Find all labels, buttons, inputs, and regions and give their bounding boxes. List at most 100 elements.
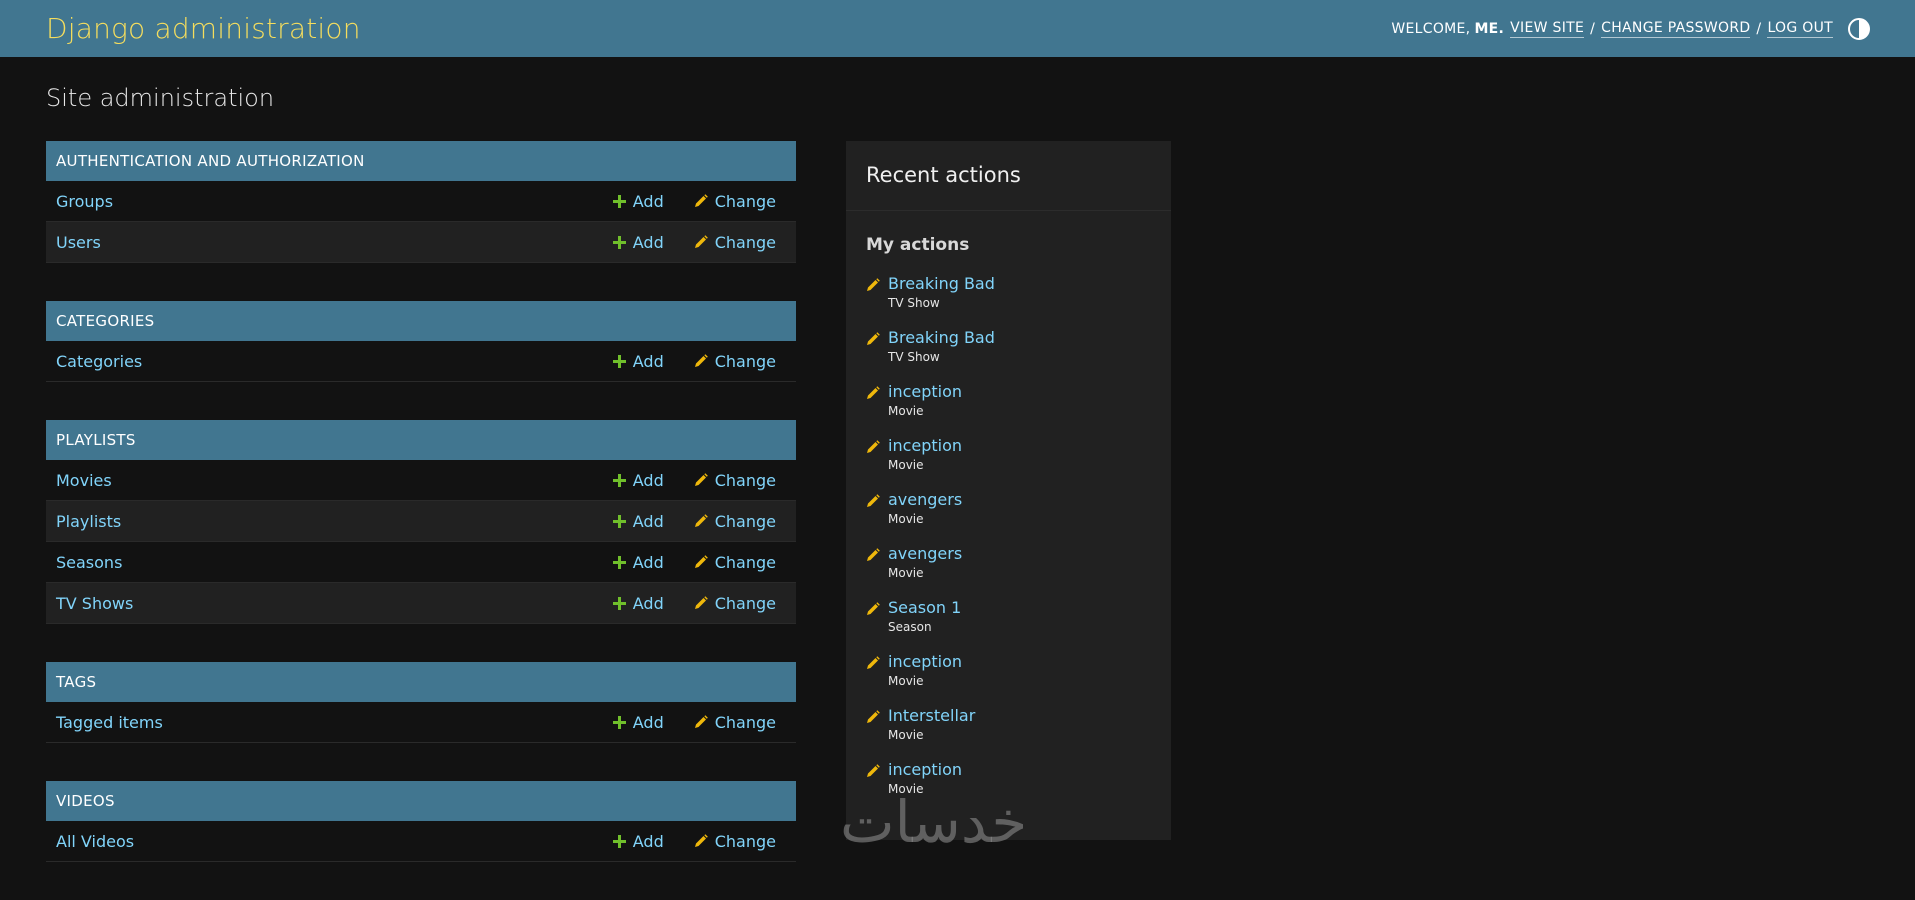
- add-button[interactable]: Add: [612, 832, 664, 851]
- add-button[interactable]: Add: [612, 471, 664, 490]
- model-row-categories: Categories Add Change: [46, 341, 796, 382]
- recent-action-link[interactable]: Breaking Bad: [888, 328, 1151, 348]
- plus-icon: [612, 235, 626, 249]
- model-row-movies: Movies Add Change: [46, 460, 796, 501]
- change-button[interactable]: Change: [694, 352, 776, 371]
- model-link-seasons[interactable]: Seasons: [56, 553, 613, 572]
- pencil-icon: [866, 763, 880, 782]
- log-out-link[interactable]: LOG OUT: [1767, 20, 1833, 38]
- add-button[interactable]: Add: [612, 233, 664, 252]
- my-actions-heading: My actions: [866, 235, 970, 255]
- model-link-groups[interactable]: Groups: [56, 192, 613, 211]
- recent-action-item: Breaking Bad TV Show: [866, 274, 1151, 328]
- recent-actions-panel: Recent actions My actions Breaking Bad TV…: [846, 141, 1171, 840]
- change-button[interactable]: Change: [694, 471, 776, 490]
- plus-icon: [612, 715, 626, 729]
- recent-action-type: Season: [888, 620, 932, 634]
- model-link-tagged-items[interactable]: Tagged items: [56, 713, 613, 732]
- change-button[interactable]: Change: [694, 512, 776, 531]
- recent-action-type: Movie: [888, 728, 924, 742]
- site-branding[interactable]: Django administration: [46, 12, 361, 45]
- pencil-icon: [694, 473, 708, 487]
- welcome-text: WELCOME,: [1391, 20, 1471, 37]
- model-row-seasons: Seasons Add Change: [46, 542, 796, 583]
- model-link-playlists[interactable]: Playlists: [56, 512, 613, 531]
- module-caption[interactable]: PLAYLISTS: [46, 420, 796, 460]
- theme-toggle-button[interactable]: [1847, 17, 1871, 41]
- add-button[interactable]: Add: [612, 351, 664, 371]
- recent-action-item: Season 1 Season: [866, 598, 1151, 652]
- module-caption[interactable]: VIDEOS: [46, 781, 796, 821]
- model-row-tagged-items: Tagged items Add Change: [46, 702, 796, 743]
- pencil-icon: [866, 331, 880, 350]
- change-label: Change: [714, 232, 776, 252]
- recent-action-item: inception Movie: [866, 382, 1151, 436]
- module-caption[interactable]: AUTHENTICATION AND AUTHORIZATION: [46, 141, 796, 181]
- separator: /: [1756, 20, 1762, 37]
- change-button[interactable]: Change: [694, 713, 776, 732]
- recent-action-type: Movie: [888, 674, 924, 688]
- pencil-icon: [694, 715, 708, 729]
- plus-icon: [612, 194, 626, 208]
- recent-action-link[interactable]: Breaking Bad: [888, 274, 1151, 294]
- watermark-logo: خدسات: [840, 788, 1028, 856]
- recent-action-link[interactable]: inception: [888, 652, 1151, 672]
- recent-action-link[interactable]: Season 1: [888, 598, 1151, 618]
- recent-action-type: TV Show: [888, 296, 940, 310]
- add-button[interactable]: Add: [612, 553, 664, 572]
- change-label: Change: [714, 191, 776, 211]
- plus-icon: [612, 834, 626, 848]
- module-videos: VIDEOS All Videos Add Change: [46, 781, 796, 862]
- recent-action-link[interactable]: avengers: [888, 490, 1151, 510]
- site-header: Django administration WELCOME, ME. VIEW …: [0, 0, 1915, 57]
- change-button[interactable]: Change: [694, 192, 776, 211]
- model-link-tv-shows[interactable]: TV Shows: [56, 594, 613, 613]
- plus-icon: [612, 596, 626, 610]
- pencil-icon: [866, 493, 880, 512]
- recent-action-link[interactable]: inception: [888, 436, 1151, 456]
- recent-action-type: TV Show: [888, 350, 940, 364]
- change-password-link[interactable]: CHANGE PASSWORD: [1601, 20, 1751, 38]
- change-label: Change: [714, 831, 776, 851]
- username: ME.: [1474, 20, 1505, 37]
- recent-action-link[interactable]: Interstellar: [888, 706, 1151, 726]
- add-label: Add: [632, 351, 664, 371]
- change-label: Change: [714, 712, 776, 732]
- change-label: Change: [714, 593, 776, 613]
- module-categories: CATEGORIES Categories Add Change: [46, 301, 796, 382]
- separator: /: [1590, 20, 1596, 37]
- page-title: Site administration: [46, 84, 275, 112]
- change-button[interactable]: Change: [694, 832, 776, 851]
- recent-action-link[interactable]: avengers: [888, 544, 1151, 564]
- module-caption[interactable]: CATEGORIES: [46, 301, 796, 341]
- add-button[interactable]: Add: [612, 192, 664, 211]
- add-button[interactable]: Add: [612, 713, 664, 732]
- recent-action-link[interactable]: inception: [888, 760, 1151, 780]
- pencil-icon: [694, 555, 708, 569]
- recent-action-item: avengers Movie: [866, 544, 1151, 598]
- model-row-all-videos: All Videos Add Change: [46, 821, 796, 862]
- recent-action-item: Interstellar Movie: [866, 706, 1151, 760]
- add-button[interactable]: Add: [612, 512, 664, 531]
- plus-icon: [612, 555, 626, 569]
- model-link-categories[interactable]: Categories: [56, 352, 613, 371]
- add-button[interactable]: Add: [612, 594, 664, 613]
- change-button[interactable]: Change: [694, 553, 776, 572]
- model-link-users[interactable]: Users: [56, 233, 613, 252]
- recent-action-link[interactable]: inception: [888, 382, 1151, 402]
- pencil-icon: [866, 277, 880, 296]
- view-site-link[interactable]: VIEW SITE: [1510, 20, 1585, 38]
- module-caption[interactable]: TAGS: [46, 662, 796, 702]
- pencil-icon: [866, 439, 880, 458]
- module-playlists: PLAYLISTS Movies Add Change Playlists Add Chan…: [46, 420, 796, 624]
- change-button[interactable]: Change: [694, 233, 776, 252]
- pencil-icon: [866, 385, 880, 404]
- change-button[interactable]: Change: [694, 594, 776, 613]
- plus-icon: [612, 514, 626, 528]
- pencil-icon: [866, 601, 880, 620]
- change-label: Change: [714, 552, 776, 572]
- model-link-all-videos[interactable]: All Videos: [56, 832, 613, 851]
- action-list: Breaking Bad TV Show Breaking Bad TV Show in…: [846, 274, 1171, 814]
- model-link-movies[interactable]: Movies: [56, 471, 613, 490]
- recent-actions-title: Recent actions: [846, 141, 1171, 211]
